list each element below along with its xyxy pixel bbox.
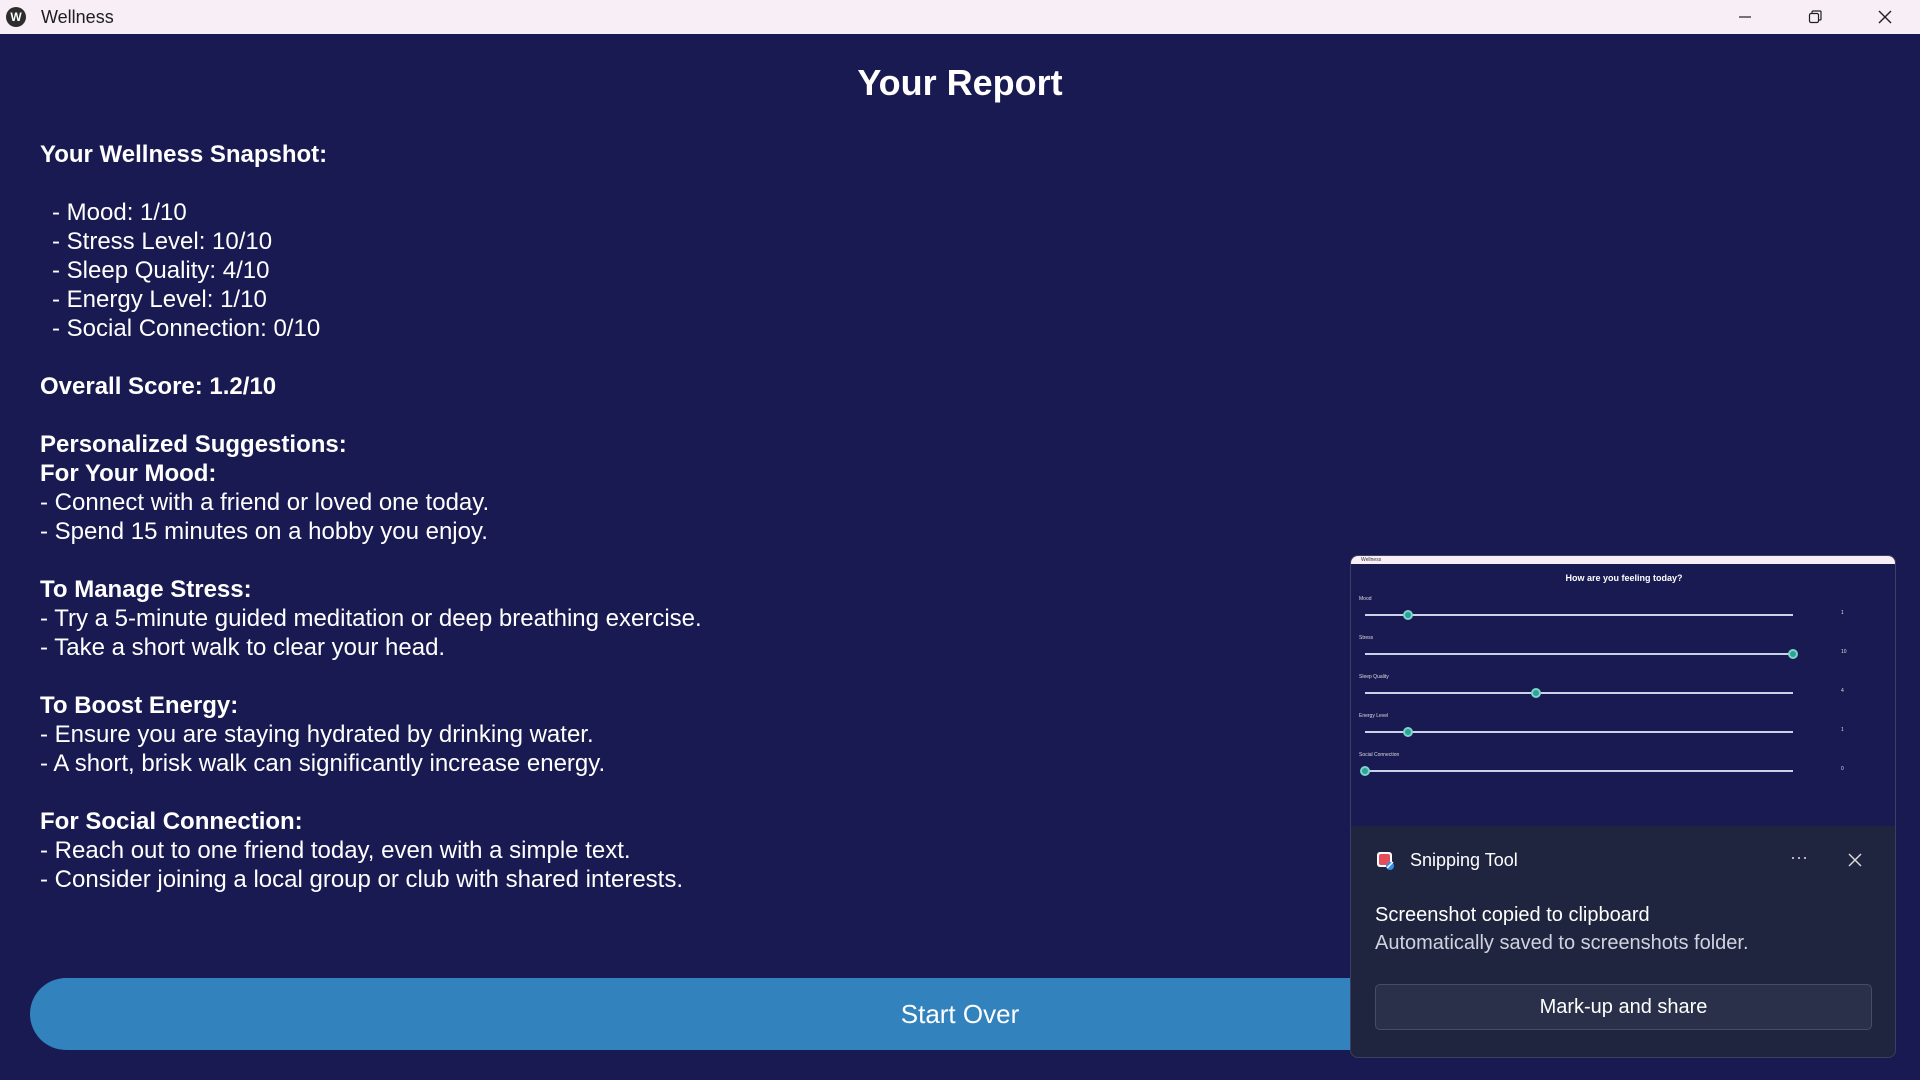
thumbnail-slider-knob [1402, 610, 1413, 620]
suggestions-heading: Personalized Suggestions: [40, 431, 347, 458]
window-controls [1710, 0, 1920, 34]
minimize-icon [1739, 16, 1751, 18]
restore-button[interactable] [1780, 0, 1850, 34]
app-logo-icon: W [6, 7, 26, 27]
thumbnail-slider-knob [1402, 727, 1413, 737]
thumbnail-slider-row: Mood 1 [1351, 596, 1895, 626]
notification-sub-message: Automatically saved to screenshots folde… [1375, 932, 1749, 954]
thumbnail-slider-row: Energy Level 1 [1351, 713, 1895, 743]
dismiss-notification-button[interactable] [1841, 846, 1869, 874]
thumbnail-slider-row: Sleep Quality 4 [1351, 674, 1895, 704]
thumbnail-heading: How are you feeling today? [1565, 573, 1683, 583]
thumbnail-slider-value: 4 [1841, 688, 1844, 694]
suggestion-item: - Consider joining a local group or club… [40, 866, 683, 893]
suggestion-item: - Try a 5-minute guided meditation or de… [40, 605, 702, 632]
overall-score: Overall Score: 1.2/10 [40, 373, 277, 400]
markup-and-share-button[interactable]: Mark-up and share [1375, 984, 1872, 1030]
thumbnail-slider-track [1365, 653, 1793, 655]
restore-icon [1808, 10, 1822, 24]
thumbnail-slider-value: 1 [1841, 727, 1844, 733]
close-window-button[interactable] [1850, 0, 1920, 34]
suggestion-item: - Ensure you are staying hydrated by dri… [40, 721, 594, 748]
metric-sleep: - Sleep Quality: 4/10 [52, 257, 270, 284]
snapshot-heading: Your Wellness Snapshot: [40, 141, 328, 168]
metric-energy: - Energy Level: 1/10 [52, 286, 267, 313]
thumbnail-slider-label: Mood [1359, 596, 1372, 602]
metric-social: - Social Connection: 0/10 [52, 315, 321, 342]
thumbnail-slider-label: Sleep Quality [1359, 674, 1389, 680]
notification-app-name: Snipping Tool [1410, 850, 1518, 870]
thumbnail-slider-knob [1531, 688, 1542, 698]
suggestion-item: - A short, brisk walk can significantly … [40, 750, 606, 777]
minimize-button[interactable] [1710, 0, 1780, 34]
section-heading-mood: For Your Mood: [40, 460, 217, 487]
thumbnail-slider-label: Stress [1359, 635, 1374, 641]
thumbnail-slider-track [1365, 731, 1793, 733]
more-options-button[interactable]: ··· [1785, 846, 1813, 874]
notification-message: Screenshot copied to clipboard [1375, 904, 1650, 926]
title-bar: W Wellness [0, 0, 1920, 34]
suggestion-item: - Reach out to one friend today, even wi… [40, 837, 631, 864]
suggestion-item: - Connect with a friend or loved one tod… [40, 489, 490, 516]
snipping-tool-notification[interactable]: Wellness How are you feeling today? Mood… [1350, 555, 1896, 1058]
snipping-tool-icon [1377, 852, 1394, 870]
suggestion-item: - Take a short walk to clear your head. [40, 634, 446, 661]
window-title: Wellness [41, 6, 114, 27]
page-title: Your Report [857, 62, 1063, 103]
metric-stress: - Stress Level: 10/10 [52, 228, 273, 255]
thumbnail-slider-track [1365, 614, 1793, 616]
suggestion-item: - Spend 15 minutes on a hobby you enjoy. [40, 518, 488, 545]
thumbnail-slider-knob [1788, 649, 1798, 659]
thumbnail-slider-label: Social Connection [1359, 752, 1400, 758]
thumbnail-slider-row: Stress 10 [1351, 635, 1895, 665]
thumbnail-window-title: Wellness [1361, 557, 1382, 563]
thumbnail-slider-row: Social Connection 0 [1351, 752, 1895, 782]
section-heading-stress: To Manage Stress: [40, 576, 252, 603]
report-body: Your Wellness Snapshot: - Mood: 1/10 - S… [40, 140, 702, 894]
close-icon [1878, 10, 1892, 24]
thumbnail-slider-value: 0 [1841, 766, 1844, 772]
thumbnail-slider-label: Energy Level [1359, 713, 1389, 719]
close-icon [1848, 853, 1862, 867]
section-heading-social: For Social Connection: [40, 808, 303, 835]
thumbnail-slider-value: 1 [1841, 610, 1844, 616]
thumbnail-slider-value: 10 [1841, 649, 1847, 655]
thumbnail-slider-track [1365, 770, 1793, 772]
thumbnail-slider-track [1365, 692, 1793, 694]
screenshot-thumbnail[interactable]: Wellness How are you feeling today? Mood… [1351, 556, 1895, 826]
section-heading-energy: To Boost Energy: [40, 692, 239, 719]
thumbnail-title-bar: Wellness [1351, 556, 1895, 564]
notification-body: Snipping Tool ··· Screenshot copied to c… [1351, 826, 1895, 1057]
metric-mood: - Mood: 1/10 [52, 199, 187, 226]
thumbnail-slider-knob [1360, 766, 1370, 776]
